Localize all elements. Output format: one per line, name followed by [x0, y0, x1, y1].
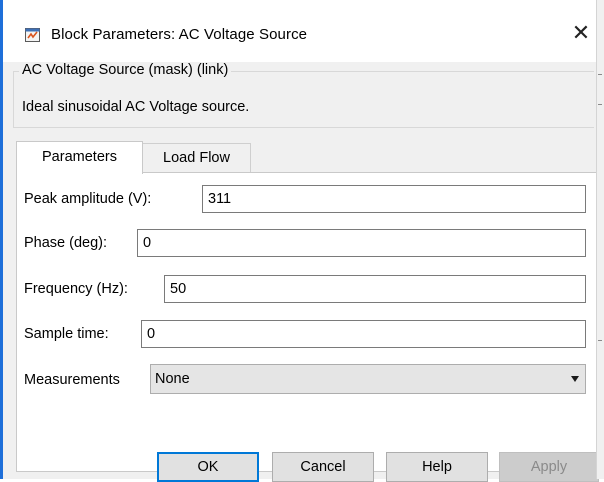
window-title: Block Parameters: AC Voltage Source [51, 26, 308, 43]
measurements-label: Measurements [24, 372, 120, 388]
frequency-input[interactable] [164, 275, 586, 303]
measurements-select[interactable]: None [150, 364, 586, 394]
simulink-block-icon [25, 28, 40, 42]
title-bar[interactable]: Block Parameters: AC Voltage Source ✕ [3, 0, 596, 62]
ok-button[interactable]: OK [157, 452, 259, 482]
help-button[interactable]: Help [386, 452, 488, 482]
cancel-button[interactable]: Cancel [272, 452, 374, 482]
dropdown-arrow-icon [571, 376, 579, 382]
background-window-strip [596, 0, 604, 479]
tab-parameters[interactable]: Parameters [16, 141, 143, 174]
strip-mark [598, 104, 602, 105]
description-group-title: AC Voltage Source (mask) (link) [19, 62, 232, 78]
tab-load-flow-label: Load Flow [163, 150, 230, 166]
frequency-label: Frequency (Hz): [24, 281, 128, 297]
phase-input[interactable] [137, 229, 586, 257]
close-button[interactable]: ✕ [568, 20, 594, 46]
tab-parameters-label: Parameters [42, 149, 117, 165]
close-icon: ✕ [571, 20, 591, 45]
description-group: AC Voltage Source (mask) (link) Ideal si… [13, 62, 594, 128]
tab-load-flow[interactable]: Load Flow [142, 143, 251, 172]
apply-button: Apply [499, 452, 599, 482]
strip-mark [598, 340, 602, 341]
description-text: Ideal sinusoidal AC Voltage source. [22, 99, 250, 115]
peak-amplitude-input[interactable] [202, 185, 586, 213]
strip-mark [598, 74, 602, 75]
sample-time-input[interactable] [141, 320, 586, 348]
sample-time-label: Sample time: [24, 326, 109, 342]
phase-label: Phase (deg): [24, 235, 108, 251]
measurements-selected-value: None [155, 371, 190, 387]
dialog-body: AC Voltage Source (mask) (link) Ideal si… [3, 62, 600, 482]
peak-amplitude-label: Peak amplitude (V): [24, 191, 152, 207]
parameters-panel: Peak amplitude (V): Phase (deg): Frequen… [16, 172, 600, 472]
